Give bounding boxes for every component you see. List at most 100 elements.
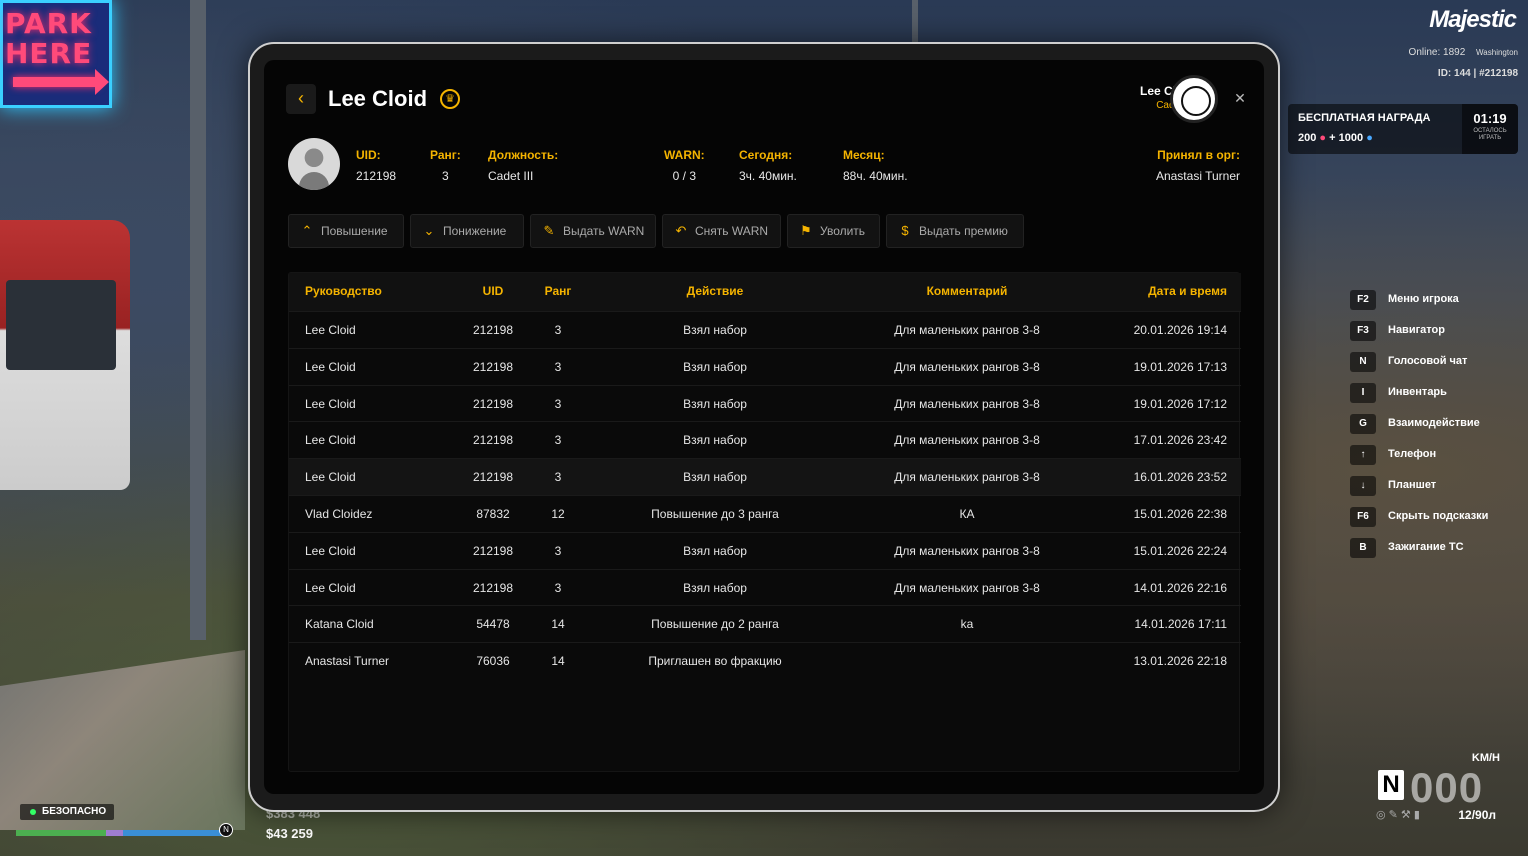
table-row[interactable]: Lee Cloid 212198 3 Взял набор Для маленьких …	[289, 311, 1241, 348]
cell-datetime: 20.01.2026 19:14	[1133, 323, 1227, 337]
hint-key: N	[1350, 352, 1376, 372]
hint-label: Голосовой чат	[1388, 355, 1468, 367]
hint-row: ↓ Планшет	[1350, 474, 1520, 505]
stat-position: Должность: Cadet III	[488, 148, 558, 183]
stat-rank-value: 3	[442, 169, 449, 183]
hint-label: Меню игрока	[1388, 293, 1459, 305]
hint-key: F2	[1350, 290, 1376, 310]
cash-money: $43 259	[266, 826, 313, 841]
hint-row: F6 Скрыть подсказки	[1350, 505, 1520, 536]
stat-uid-value: 212198	[356, 169, 397, 183]
stat-accepted-value: Anastasi Turner	[1155, 169, 1240, 183]
stat-accepted-label: Принял в орг:	[1157, 148, 1240, 162]
cell-leader: Vlad Cloidez	[305, 507, 373, 521]
table-row[interactable]: Lee Cloid 212198 3 Взял набор Для маленьких …	[289, 384, 1241, 422]
cell-rank: 3	[554, 470, 562, 485]
hint-key: ↑	[1350, 445, 1376, 465]
column-header[interactable]: UID	[453, 284, 533, 298]
give-bonus-label: Выдать премию	[919, 224, 1008, 238]
stat-month-label: Месяц:	[843, 148, 885, 162]
park-here-sign: PARK HERE	[0, 0, 112, 108]
promote-button[interactable]: ⌃ Повышение	[288, 214, 404, 248]
table-row[interactable]: Lee Cloid 212198 3 Взял набор Для маленьких …	[289, 531, 1241, 569]
close-button[interactable]: ✕	[1230, 88, 1250, 108]
hint-key: I	[1350, 383, 1376, 403]
cell-datetime: 13.01.2026 22:18	[1133, 654, 1227, 669]
cell-uid: 212198	[472, 580, 514, 595]
cell-leader: Lee Cloid	[305, 580, 356, 595]
cell-action: Взял набор	[683, 543, 747, 558]
cell-rank: 12	[551, 507, 565, 521]
warn-icon: ✎	[543, 223, 555, 238]
cell-uid: 54478	[476, 617, 510, 632]
demote-button[interactable]: ⌄ Понижение	[410, 214, 524, 248]
cell-action: Взял набор	[683, 396, 747, 411]
bus-window	[6, 280, 116, 370]
column-header[interactable]: Дата и время	[1148, 284, 1227, 298]
column-header[interactable]: Руководство	[305, 284, 382, 298]
cell-rank: 3	[554, 359, 562, 374]
gear-indicator: N	[1378, 770, 1404, 800]
column-header[interactable]: Ранг	[533, 284, 583, 298]
street-pole	[190, 0, 206, 640]
cell-comment: Для маленьких рангов 3-8	[894, 580, 1040, 595]
reward-plus: +	[1329, 132, 1336, 144]
stat-month: Месяц: 88ч. 40мин.	[843, 148, 908, 183]
hint-label: Зажигание ТС	[1388, 541, 1464, 553]
server-city: Washington	[1476, 48, 1518, 57]
actions-log-table: Руководство UID Ранг Действие Комментари…	[288, 272, 1241, 772]
health-fill	[16, 830, 106, 836]
table-row[interactable]: Lee Cloid 212198 3 Взял набор Для маленьких …	[289, 568, 1241, 606]
table-row[interactable]: Anastasi Turner 76036 14 Приглашен во фракц…	[289, 642, 1241, 679]
cell-action: Взял набор	[683, 470, 747, 485]
free-reward-panel[interactable]: БЕСПЛАТНАЯ НАГРАДА 200 ● + 1000 ● 01:19 …	[1288, 104, 1518, 154]
safe-zone-text: БЕЗОПАСНО	[42, 806, 107, 817]
cell-rank: 3	[554, 580, 562, 595]
table-row[interactable]: Vlad Cloidez 87832 12 Повышение до 3 ранга К…	[289, 495, 1241, 532]
cell-comment: КА	[959, 507, 975, 521]
remove-warn-button[interactable]: ↶ Снять WARN	[662, 214, 781, 248]
cell-datetime: 16.01.2026 23:52	[1133, 470, 1227, 485]
table-row[interactable]: Katana Cloid 54478 14 Повышение до 2 ранга k…	[289, 605, 1241, 642]
online-counter: Online: 1892 Washington	[1409, 47, 1518, 58]
tablet-frame: ‹ Lee Cloid ♛ Lee Cloid Cadet III ✕ UID:…	[248, 42, 1280, 812]
hint-label: Скрыть подсказки	[1388, 510, 1489, 522]
stat-position-value: Cadet III	[488, 169, 534, 183]
stat-today: Сегодня: 3ч. 40мин.	[739, 148, 797, 183]
cell-comment: Для маленьких рангов 3-8	[894, 323, 1040, 337]
fire-button[interactable]: ⚑ Уволить	[787, 214, 880, 248]
table-row[interactable]: Lee Cloid 212198 3 Взял набор Для маленьких …	[289, 347, 1241, 385]
hint-label: Навигатор	[1388, 324, 1445, 336]
cell-leader: Lee Cloid	[305, 359, 356, 374]
reward-title: БЕСПЛАТНАЯ НАГРАДА	[1298, 112, 1431, 124]
cell-uid: 76036	[476, 654, 510, 669]
hint-label: Планшет	[1388, 479, 1437, 491]
cell-rank: 3	[554, 433, 562, 448]
promote-label: Повышение	[321, 224, 388, 238]
gem-icon: ●	[1319, 132, 1327, 144]
cell-uid: 87832	[476, 507, 510, 521]
park-sign-line-1: PARK	[5, 7, 92, 40]
column-header[interactable]: Действие	[615, 284, 815, 298]
column-header[interactable]: Комментарий	[857, 284, 1077, 298]
give-bonus-button[interactable]: $ Выдать премию	[886, 214, 1024, 248]
hint-key: G	[1350, 414, 1376, 434]
avatar	[288, 138, 340, 190]
cell-leader: Lee Cloid	[305, 323, 356, 337]
remove-warn-label: Снять WARN	[695, 224, 769, 238]
reward-timer-label: ОСТАЛОСЬ ИГРАТЬ	[1473, 128, 1507, 141]
give-warn-button[interactable]: ✎ Выдать WARN	[530, 214, 656, 248]
stat-today-label: Сегодня:	[739, 148, 793, 162]
table-row[interactable]: Lee Cloid 212198 3 Взял набор Для маленьких …	[289, 458, 1241, 496]
table-row[interactable]: Lee Cloid 212198 3 Взял набор Для маленьких …	[289, 421, 1241, 458]
table-header: Руководство UID Ранг Действие Комментари…	[289, 273, 1241, 311]
back-button[interactable]: ‹	[286, 84, 316, 114]
cell-action: Взял набор	[683, 323, 747, 337]
speed-unit: KM/H	[1471, 752, 1500, 764]
hint-row: G Взаимодействие	[1350, 412, 1520, 443]
street-lamp	[912, 0, 918, 44]
reward-value-a: 200	[1298, 132, 1317, 144]
park-sign-arrow	[13, 69, 109, 95]
cell-datetime: 15.01.2026 22:24	[1133, 543, 1227, 558]
stat-warn-value: 0 / 3	[672, 169, 697, 183]
